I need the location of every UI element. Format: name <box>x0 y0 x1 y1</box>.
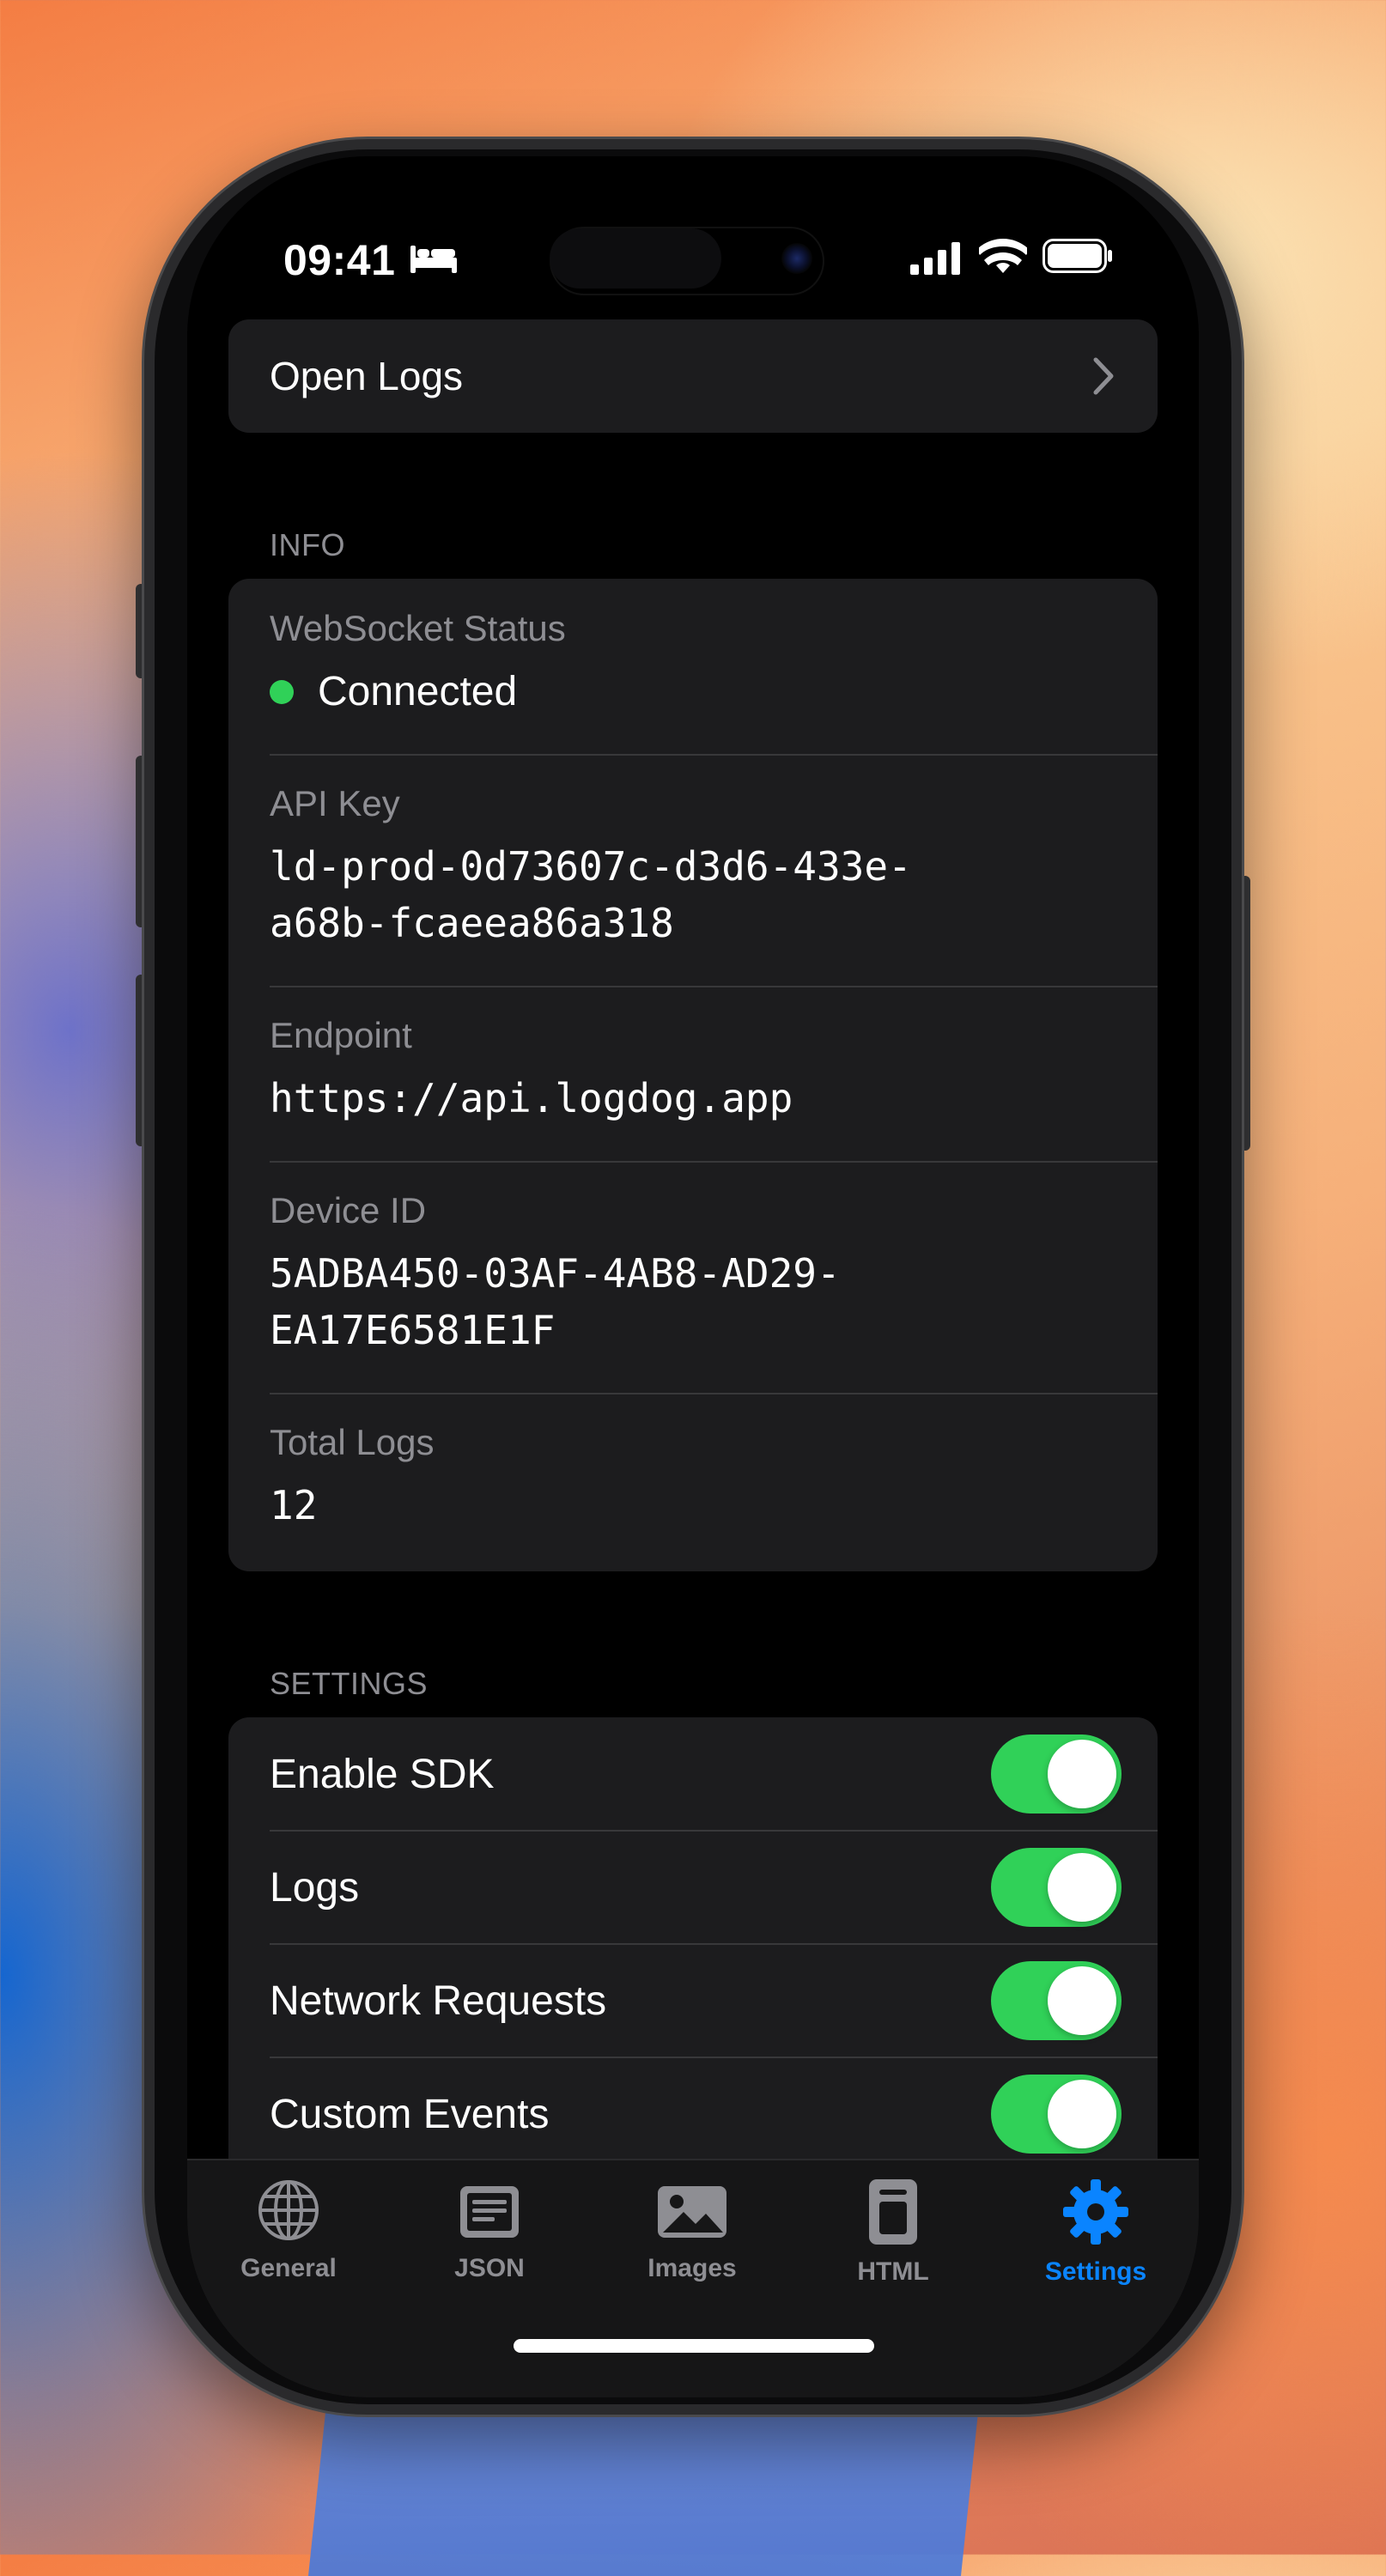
toggle-row-custom-events: Custom Events <box>228 2057 1158 2171</box>
api-key-value: ld-prod-0d73607c-d3d6-433e- a68b-fcaeea8… <box>270 838 1158 951</box>
device-id-item: Device ID 5ADBA450-03AF-4AB8-AD29- EA17E… <box>228 1190 1158 1358</box>
tab-label: Settings <box>1044 2257 1147 2286</box>
info-section-header: INFO <box>270 527 345 562</box>
photo-icon <box>658 2186 726 2238</box>
info-card: WebSocket Status Connected API Key ld-pr… <box>228 579 1158 1571</box>
total-logs-item: Total Logs 12 <box>228 1422 1158 1534</box>
wifi-icon <box>979 239 1027 273</box>
websocket-status-value: Connected <box>270 668 1158 715</box>
network-requests-toggle[interactable] <box>991 1961 1122 2040</box>
endpoint-item: Endpoint https://api.logdog.app <box>228 1015 1158 1127</box>
divider <box>270 986 1158 987</box>
home-indicator[interactable] <box>514 2339 874 2353</box>
device-id-value: 5ADBA450-03AF-4AB8-AD29- EA17E6581E1F <box>270 1245 1158 1358</box>
websocket-status-text: Connected <box>318 669 518 714</box>
toggle-row-logs: Logs <box>228 1831 1158 1944</box>
gear-icon <box>1063 2179 1128 2245</box>
websocket-status-item: WebSocket Status Connected <box>228 608 1158 715</box>
camera-icon <box>781 243 812 274</box>
tab-label: HTML <box>857 2257 929 2286</box>
settings-section-header: SETTINGS <box>270 1666 429 1701</box>
globe-icon <box>258 2180 319 2240</box>
open-logs-card: Open Logs <box>228 319 1158 433</box>
settings-card: Enable SDK Logs Network Requests Custom … <box>228 1717 1158 2198</box>
device-id-value-line1: 5ADBA450-03AF-4AB8-AD29- <box>270 1250 841 1297</box>
json-document-icon <box>460 2186 519 2238</box>
battery-icon <box>1043 239 1112 273</box>
dynamic-island-sensor <box>550 228 721 289</box>
custom-events-toggle[interactable] <box>991 2075 1122 2154</box>
tab-images[interactable]: Images <box>606 2178 778 2283</box>
tab-json[interactable]: JSON <box>404 2178 575 2283</box>
toggle-label: Logs <box>270 1864 360 1911</box>
chevron-right-icon <box>1093 357 1114 395</box>
toggle-row-enable-sdk: Enable SDK <box>228 1717 1158 1831</box>
tab-label: General <box>240 2254 337 2282</box>
tab-label: JSON <box>454 2254 525 2282</box>
connected-status-dot <box>270 679 294 704</box>
device-id-value-line2: EA17E6581E1F <box>270 1307 556 1353</box>
endpoint-label: Endpoint <box>270 1015 412 1055</box>
api-key-item: API Key ld-prod-0d73607c-d3d6-433e- a68b… <box>228 783 1158 951</box>
tab-bar: General JSON Images HTML Settings <box>187 2159 1199 2397</box>
tab-general[interactable]: General <box>203 2178 374 2283</box>
api-key-value-line1: ld-prod-0d73607c-d3d6-433e- <box>270 843 912 890</box>
open-logs-row[interactable]: Open Logs <box>228 319 1158 433</box>
total-logs-label: Total Logs <box>270 1422 435 1462</box>
tab-label: Images <box>647 2254 737 2282</box>
tab-html[interactable]: HTML <box>807 2178 979 2287</box>
device-id-label: Device ID <box>270 1190 427 1230</box>
divider <box>270 1161 1158 1163</box>
toggle-label: Network Requests <box>270 1978 607 2024</box>
toggle-label: Custom Events <box>270 2091 550 2137</box>
open-logs-label: Open Logs <box>270 354 464 398</box>
status-time: 09:41 <box>283 236 396 284</box>
html-document-icon <box>869 2179 917 2245</box>
phone-screen: 09:41 Open Logs INFO WebSocket Status Co… <box>187 156 1199 2397</box>
bed-icon <box>410 246 457 273</box>
endpoint-value: https://api.logdog.app <box>270 1075 793 1121</box>
enable-sdk-toggle[interactable] <box>991 1735 1122 1814</box>
signal-icon <box>910 242 960 275</box>
divider <box>270 754 1158 756</box>
toggle-label: Enable SDK <box>270 1751 495 1797</box>
logs-toggle[interactable] <box>991 1848 1122 1927</box>
api-key-label: API Key <box>270 783 400 823</box>
tab-settings[interactable]: Settings <box>1010 2178 1182 2287</box>
toggle-row-network-requests: Network Requests <box>228 1944 1158 2057</box>
websocket-status-label: WebSocket Status <box>270 608 566 648</box>
divider <box>270 1393 1158 1394</box>
total-logs-value: 12 <box>270 1482 318 1528</box>
status-bar: 09:41 <box>187 156 1199 328</box>
api-key-value-line2: a68b-fcaeea86a318 <box>270 900 674 946</box>
